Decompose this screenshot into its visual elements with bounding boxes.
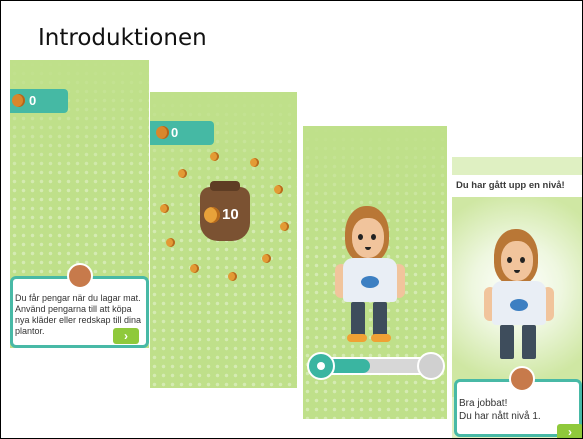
slide-title: Introduktionen <box>38 25 207 51</box>
progress-start-knob <box>307 352 335 380</box>
dialog-box: Bra jobbat! Du har nått nivå 1. › <box>454 366 582 439</box>
coin-icon <box>274 185 283 194</box>
screen-level-up: Du har gått upp en nivå! Bra jobbat! Du … <box>452 157 582 439</box>
screen-coin-bag: 0 10 <box>150 92 297 388</box>
coin-icon <box>166 238 175 247</box>
screen-level-progress <box>303 126 447 419</box>
character <box>333 206 413 346</box>
coin-icon <box>178 169 187 178</box>
dialog-line-1: Bra jobbat! <box>459 398 508 409</box>
screen-money-intro: 0 Du får pengar när du lagar mat. Använd… <box>10 60 149 348</box>
arrow-right-icon: › <box>568 425 572 439</box>
next-button[interactable]: › <box>113 328 139 344</box>
coin-icon <box>156 126 169 139</box>
bag-value: 10 <box>222 206 239 223</box>
coin-icon <box>12 94 25 107</box>
coin-counter: 0 <box>150 121 214 145</box>
chef-avatar-icon <box>509 366 535 392</box>
character <box>482 229 562 369</box>
coin-count: 0 <box>29 93 37 108</box>
coin-icon <box>262 254 271 263</box>
coin-bag-icon: 10 <box>200 181 250 241</box>
level-progress-bar <box>307 352 445 380</box>
coin-counter: 0 <box>10 89 68 113</box>
coin-icon <box>228 272 237 281</box>
coin-icon <box>210 152 219 161</box>
next-button[interactable]: › <box>557 424 582 439</box>
coin-icon <box>190 264 199 273</box>
coin-icon <box>280 222 289 231</box>
dialog-line-2: Du har nått nivå 1. <box>459 411 541 422</box>
chef-avatar-icon <box>67 263 93 289</box>
progress-end-knob <box>417 352 445 380</box>
slide: Introduktionen 0 Du får pengar när du la… <box>0 0 583 439</box>
coin-count: 0 <box>171 125 179 140</box>
coin-icon <box>250 158 259 167</box>
coin-icon <box>160 204 169 213</box>
level-up-header: Du har gått upp en nivå! <box>452 175 582 197</box>
dialog-box: Du får pengar när du lagar mat. Använd p… <box>10 263 149 348</box>
arrow-right-icon: › <box>124 329 128 343</box>
